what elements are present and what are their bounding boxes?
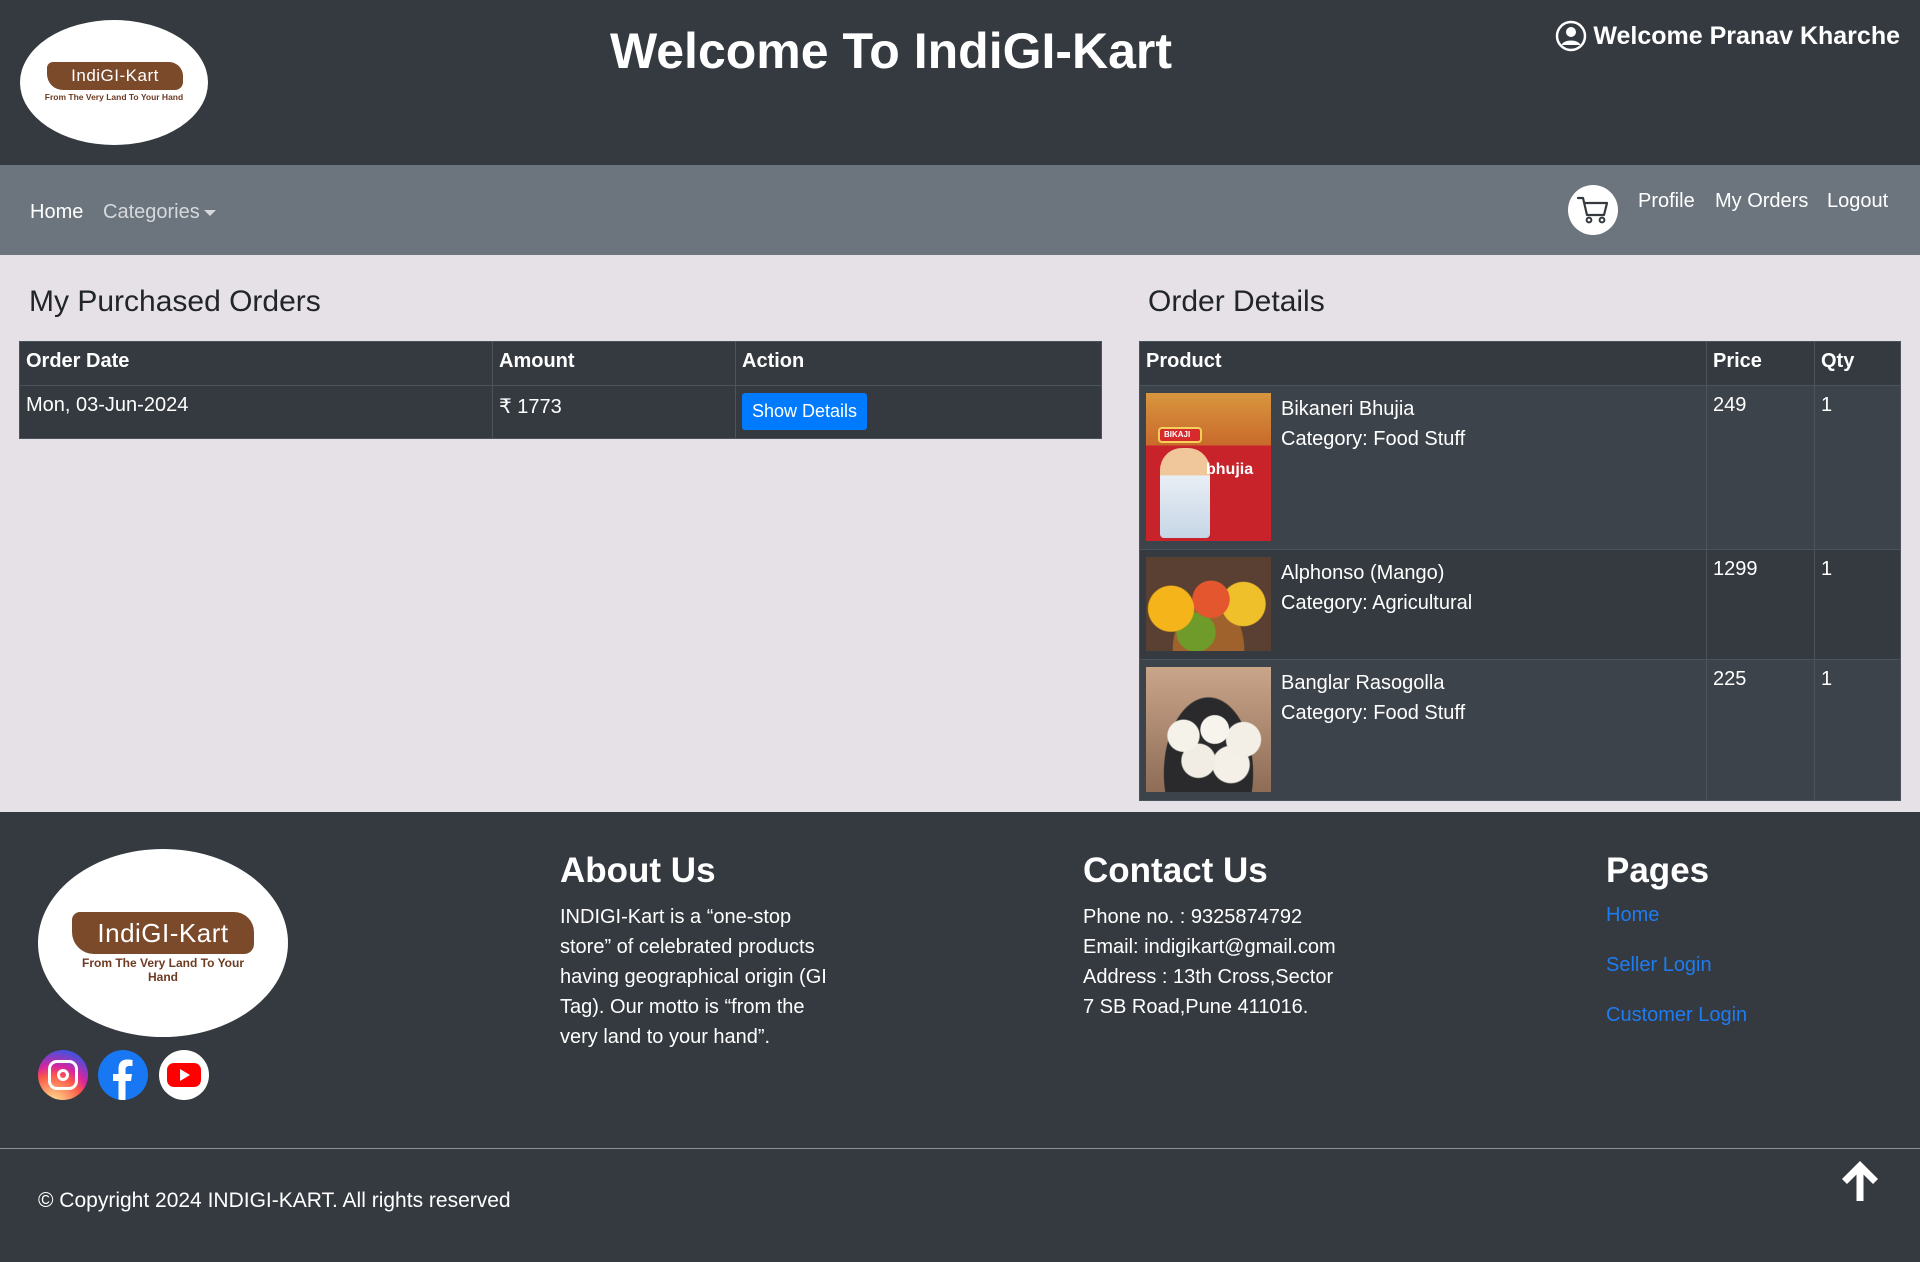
about-line: Tag). Our motto is “from the — [560, 996, 805, 1018]
about-line: store” of celebrated products — [560, 936, 815, 958]
about-text: INDIGI-Kart is a “one-stop store” of cel… — [560, 902, 827, 1052]
footer-logo[interactable]: IndiGI-Kart From The Very Land To Your H… — [38, 849, 288, 1037]
col-qty: Qty — [1814, 341, 1901, 386]
details-heading: Order Details — [1148, 285, 1325, 318]
pages-heading: Pages — [1606, 851, 1710, 890]
copyright-text: © Copyright 2024 INDIGI-KART. All rights… — [38, 1189, 511, 1212]
nav-categories-label: Categories — [103, 201, 200, 223]
product-qty: 1 — [1814, 659, 1901, 801]
page-title: Welcome To IndiGI-Kart — [609, 23, 1173, 79]
orders-table: Order Date Amount Action Mon, 03-Jun-202… — [19, 341, 1102, 439]
table-row: BIKAJI bhujia Bikaneri Bhujia Category: … — [1139, 385, 1901, 550]
footer-customer-login-link[interactable]: Customer Login — [1606, 1004, 1747, 1027]
pack-word: bhujia — [1206, 461, 1254, 478]
product-category: Category: Food Stuff — [1281, 702, 1466, 724]
table-row: Alphonso (Mango) Category: Agricultural … — [1139, 549, 1901, 660]
footer-logo-stamp: IndiGI-Kart From The Very Land To Your H… — [68, 908, 258, 984]
instagram-icon[interactable] — [38, 1050, 88, 1100]
cart-button[interactable] — [1568, 185, 1618, 235]
product-image-rasogolla — [1146, 667, 1271, 792]
about-line: very land to your hand”. — [560, 1026, 771, 1048]
product-qty: 1 — [1814, 385, 1901, 550]
footer-divider — [0, 1148, 1920, 1149]
product-category: Category: Agricultural — [1281, 592, 1473, 614]
logo-tagline: From The Very Land To Your Hand — [44, 91, 184, 102]
table-row: Mon, 03-Jun-2024 ₹ 1773 Show Details — [19, 385, 1102, 439]
product-name: Bikaneri Bhujia — [1281, 398, 1415, 420]
col-product: Product — [1139, 341, 1707, 386]
order-date: Mon, 03-Jun-2024 — [19, 385, 493, 439]
order-amount: ₹ 1773 — [492, 385, 736, 439]
product-price: 249 — [1706, 385, 1815, 550]
product-price: 225 — [1706, 659, 1815, 801]
nav-profile-link[interactable]: Profile — [1638, 190, 1695, 213]
about-heading: About Us — [560, 851, 716, 890]
order-action-cell: Show Details — [735, 385, 1102, 439]
contact-address-line: 7 SB Road,Pune 411016. — [1083, 996, 1309, 1018]
facebook-icon[interactable] — [98, 1050, 148, 1100]
contact-text: Phone no. : 9325874792 Email: indigikart… — [1083, 902, 1336, 1022]
product-name: Alphonso (Mango) — [1281, 562, 1445, 584]
col-action: Action — [735, 341, 1102, 386]
cart-icon — [1576, 196, 1609, 224]
contact-address-line: Address : 13th Cross,Sector — [1083, 966, 1334, 988]
about-line: having geographical origin (GI — [560, 966, 827, 988]
product-cell: Alphonso (Mango) Category: Agricultural — [1139, 549, 1707, 660]
user-circle-icon — [1556, 20, 1587, 52]
nav-home-link[interactable]: Home — [30, 201, 83, 224]
welcome-user: Welcome Pranav Kharche — [1555, 20, 1900, 52]
nav-my-orders-link[interactable]: My Orders — [1715, 190, 1808, 213]
col-price: Price — [1706, 341, 1815, 386]
site-header: IndiGI-Kart From The Very Land To Your H… — [0, 0, 1920, 165]
order-details-table: Product Price Qty BIKAJI bhujia Bikaneri… — [1139, 341, 1901, 801]
pack-label-text: BIKAJI — [1164, 430, 1191, 439]
product-image-mango — [1146, 557, 1271, 651]
col-amount: Amount — [492, 341, 736, 386]
footer-seller-login-link[interactable]: Seller Login — [1606, 954, 1712, 977]
arrow-up-icon[interactable] — [1836, 1157, 1884, 1205]
table-row: Banglar Rasogolla Category: Food Stuff 2… — [1139, 659, 1901, 801]
product-image-bhujia: BIKAJI bhujia — [1146, 393, 1271, 541]
footer-logo-text: IndiGI-Kart — [72, 912, 254, 954]
contact-heading: Contact Us — [1083, 851, 1268, 890]
footer-logo-tagline: From The Very Land To Your Hand — [81, 956, 245, 984]
product-qty: 1 — [1814, 549, 1901, 660]
col-order-date: Order Date — [19, 341, 493, 386]
pack-label: BIKAJI — [1158, 427, 1202, 443]
about-line: INDIGI-Kart is a “one-stop — [560, 906, 792, 928]
product-name: Banglar Rasogolla — [1281, 672, 1445, 694]
orders-header-row: Order Date Amount Action — [19, 341, 1102, 386]
contact-phone: Phone no. : 9325874792 — [1083, 906, 1303, 928]
caret-down-icon — [203, 209, 216, 216]
nav-logout-link[interactable]: Logout — [1827, 190, 1888, 213]
contact-email: Email: indigikart@gmail.com — [1083, 936, 1336, 958]
nav-categories-dropdown[interactable]: Categories — [103, 201, 216, 224]
product-price: 1299 — [1706, 549, 1815, 660]
product-category: Category: Food Stuff — [1281, 428, 1466, 450]
product-cell: Banglar Rasogolla Category: Food Stuff — [1139, 659, 1707, 801]
orders-heading: My Purchased Orders — [29, 285, 321, 318]
ambassador-figure — [1160, 448, 1210, 538]
youtube-icon[interactable] — [159, 1050, 209, 1100]
show-details-button[interactable]: Show Details — [742, 393, 868, 430]
welcome-user-text: Welcome Pranav Kharche — [1593, 21, 1900, 50]
details-header-row: Product Price Qty — [1139, 341, 1901, 386]
main-navbar: Home Categories — [0, 165, 1920, 255]
footer-home-link[interactable]: Home — [1606, 904, 1659, 927]
product-cell: BIKAJI bhujia Bikaneri Bhujia Category: … — [1139, 385, 1707, 550]
